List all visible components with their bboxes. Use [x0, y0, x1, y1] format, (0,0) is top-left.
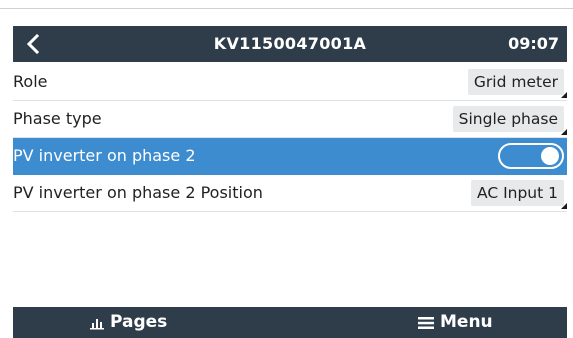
- menu-button[interactable]: Menu: [418, 307, 493, 338]
- setting-row-pv-inverter-position[interactable]: PV inverter on phase 2 Position AC Input…: [13, 175, 567, 212]
- title-bar: KV1150047001A 09:07: [13, 26, 567, 62]
- dropdown-corner-icon: [561, 203, 567, 209]
- position-dropdown[interactable]: AC Input 1: [470, 180, 564, 206]
- bar-chart-icon: [90, 316, 104, 330]
- setting-label: PV inverter on phase 2: [13, 146, 196, 165]
- dropdown-value: Single phase: [458, 110, 558, 128]
- setting-label: PV inverter on phase 2 Position: [13, 183, 263, 202]
- top-divider: [0, 8, 573, 9]
- phase-type-dropdown[interactable]: Single phase: [452, 106, 564, 132]
- menu-label: Menu: [440, 312, 493, 332]
- clock: 09:07: [508, 34, 559, 53]
- setting-row-role[interactable]: Role Grid meter: [13, 64, 567, 101]
- dropdown-value: AC Input 1: [476, 184, 558, 202]
- hamburger-menu-icon: [418, 316, 434, 330]
- setting-label: Role: [13, 72, 48, 91]
- pages-button[interactable]: Pages: [90, 307, 167, 338]
- setting-row-pv-inverter-phase-2[interactable]: PV inverter on phase 2: [13, 138, 567, 175]
- switch-knob: [541, 147, 559, 165]
- dropdown-value: Grid meter: [473, 73, 558, 91]
- back-button[interactable]: [19, 30, 47, 58]
- pages-label: Pages: [110, 312, 168, 332]
- dropdown-corner-icon: [561, 92, 567, 98]
- dropdown-corner-icon: [561, 129, 567, 135]
- setting-row-phase-type[interactable]: Phase type Single phase: [13, 101, 567, 138]
- role-dropdown[interactable]: Grid meter: [467, 69, 564, 95]
- setting-label: Phase type: [13, 109, 102, 128]
- chevron-left-icon: [26, 34, 40, 54]
- device-screen: KV1150047001A 09:07 Role Grid meter Phas…: [13, 26, 567, 338]
- pv-inverter-switch[interactable]: [498, 143, 564, 169]
- page-title: KV1150047001A: [213, 34, 367, 53]
- settings-list: Role Grid meter Phase type Single phase …: [13, 64, 567, 212]
- bottom-bar: Pages Menu: [13, 307, 567, 338]
